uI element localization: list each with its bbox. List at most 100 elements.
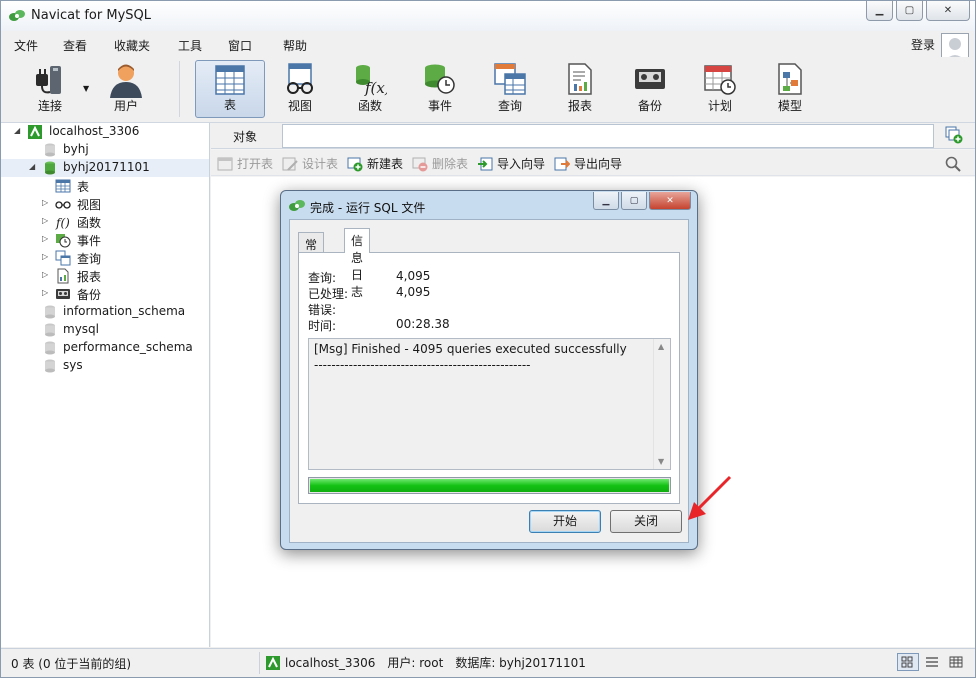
close-window-button[interactable]: ✕ bbox=[926, 1, 970, 21]
scroll-down-icon[interactable]: ▼ bbox=[658, 457, 664, 466]
tree-item-reports[interactable]: ▷ 报表 bbox=[1, 267, 209, 285]
detail-view-button[interactable] bbox=[945, 653, 967, 671]
dialog-minimize-button[interactable]: ▁ bbox=[593, 192, 619, 210]
search-icon[interactable] bbox=[945, 156, 961, 172]
import-wizard-button[interactable]: 导入向导 bbox=[477, 155, 545, 172]
tree-connection[interactable]: ◢ localhost_3306 bbox=[1, 123, 209, 141]
list-view-button[interactable] bbox=[921, 653, 943, 671]
status-divider bbox=[259, 652, 260, 674]
expand-icon[interactable]: ▷ bbox=[42, 270, 48, 279]
tab-message-log[interactable]: 信息日志 bbox=[344, 228, 371, 299]
elapsed-time-value: 00:28.38 bbox=[396, 317, 450, 331]
expand-icon[interactable]: ▷ bbox=[42, 252, 48, 261]
backup-tape-icon bbox=[635, 69, 665, 89]
database-label: sys bbox=[63, 358, 83, 372]
event-button[interactable]: 事件 bbox=[405, 60, 475, 118]
table-button[interactable]: 表 bbox=[195, 60, 265, 118]
expand-icon[interactable]: ▷ bbox=[42, 198, 48, 207]
maximize-icon: ▢ bbox=[904, 5, 915, 16]
open-table-button[interactable]: 打开表 bbox=[217, 155, 273, 172]
export-wizard-label: 导出向导 bbox=[574, 157, 623, 171]
tree-item-functions[interactable]: ▷ f() 函数 bbox=[1, 213, 209, 231]
tree-db-information-schema[interactable]: information_schema bbox=[1, 303, 209, 321]
connect-button[interactable]: 连接 bbox=[15, 60, 85, 118]
expand-icon[interactable]: ▷ bbox=[42, 234, 48, 243]
tree-item-events[interactable]: ▷ 事件 bbox=[1, 231, 209, 249]
object-filter-input[interactable] bbox=[282, 124, 934, 148]
tree-db-byhj[interactable]: byhj bbox=[1, 141, 209, 159]
log-scrollbar[interactable]: ▲ ▼ bbox=[653, 339, 670, 469]
objects-tab[interactable]: 对象 bbox=[233, 128, 257, 145]
navicat-logo-icon bbox=[289, 200, 305, 211]
export-wizard-button[interactable]: 导出向导 bbox=[554, 155, 622, 172]
delete-table-button[interactable]: 删除表 bbox=[412, 155, 468, 172]
expand-icon[interactable]: ▷ bbox=[42, 288, 48, 297]
menu-favorites[interactable]: 收藏夹 bbox=[114, 37, 150, 54]
report-button[interactable]: 报表 bbox=[545, 60, 615, 118]
menu-view[interactable]: 查看 bbox=[63, 37, 87, 54]
tree-db-sys[interactable]: sys bbox=[1, 357, 209, 375]
tree-db-byhj20171101[interactable]: ◢ byhj20171101 bbox=[1, 159, 209, 177]
tab-general[interactable]: 常规 bbox=[298, 232, 325, 269]
view-button[interactable]: 视图 bbox=[265, 60, 335, 118]
delete-table-label: 删除表 bbox=[432, 157, 469, 171]
dialog-body: 常规 信息日志 查询: 4,095 已处理: 4,095 错误: 时间: 00:… bbox=[289, 219, 689, 543]
log-textbox[interactable]: [Msg] Finished - 4095 queries executed s… bbox=[308, 338, 671, 470]
scroll-up-icon[interactable]: ▲ bbox=[658, 342, 664, 351]
svg-text:f(): f() bbox=[55, 216, 70, 230]
connection-icon bbox=[28, 125, 42, 139]
window-title: Navicat for MySQL bbox=[31, 8, 151, 23]
title-bar[interactable]: Navicat for MySQL ▁ ▢ ✕ bbox=[1, 1, 975, 31]
query-icon bbox=[494, 63, 526, 95]
design-table-button[interactable]: 设计表 bbox=[282, 155, 338, 172]
error-count-label: 错误: bbox=[308, 303, 337, 317]
menu-file[interactable]: 文件 bbox=[14, 37, 38, 54]
user-button[interactable]: 用户 bbox=[91, 60, 161, 118]
maximize-button[interactable]: ▢ bbox=[896, 1, 923, 21]
database-label: information_schema bbox=[63, 304, 186, 318]
tree-db-performance-schema[interactable]: performance_schema bbox=[1, 339, 209, 357]
table-label: 表 bbox=[223, 98, 236, 112]
connection-name: localhost_3306 bbox=[49, 124, 140, 138]
status-bar: 0 表 (0 位于当前的组) localhost_3306 用户: root 数… bbox=[1, 648, 975, 677]
tree-item-backups[interactable]: ▷ 备份 bbox=[1, 285, 209, 303]
icon-view-button[interactable] bbox=[897, 653, 919, 671]
grid-view-icon bbox=[901, 656, 913, 668]
connect-dropdown-icon[interactable]: ▼ bbox=[83, 84, 89, 93]
minimize-button[interactable]: ▁ bbox=[866, 1, 893, 21]
collapse-icon[interactable]: ◢ bbox=[29, 162, 35, 171]
tree-item-views[interactable]: ▷ 视图 bbox=[1, 195, 209, 213]
dialog-close-button[interactable]: ✕ bbox=[649, 192, 691, 210]
model-button[interactable]: 模型 bbox=[755, 60, 825, 118]
tree-db-mysql[interactable]: mysql bbox=[1, 321, 209, 339]
function-button[interactable]: f(x) 函数 bbox=[335, 60, 405, 118]
new-table-button[interactable]: 新建表 bbox=[347, 155, 403, 172]
delete-table-icon bbox=[412, 157, 428, 171]
start-button[interactable]: 开始 bbox=[529, 510, 601, 533]
tree-item-label: 视图 bbox=[77, 198, 102, 212]
close-button[interactable]: 关闭 bbox=[610, 510, 682, 533]
query-button[interactable]: 查询 bbox=[475, 60, 545, 118]
status-user: 用户: root bbox=[387, 656, 444, 670]
query-count-label: 查询: bbox=[308, 271, 337, 285]
report-label: 报表 bbox=[567, 99, 592, 113]
dialog-maximize-button[interactable]: ▢ bbox=[621, 192, 647, 210]
model-icon bbox=[778, 63, 802, 95]
connection-tree[interactable]: ◢ localhost_3306 byhj ◢ byhj20171101 表 ▷… bbox=[1, 123, 210, 647]
menu-window[interactable]: 窗口 bbox=[228, 37, 252, 54]
open-table-icon bbox=[217, 157, 233, 170]
tree-item-tables[interactable]: 表 bbox=[1, 177, 209, 195]
database-label: performance_schema bbox=[63, 340, 193, 354]
tree-item-queries[interactable]: ▷ 查询 bbox=[1, 249, 209, 267]
status-table-count: 0 表 (0 位于当前的组) bbox=[11, 657, 132, 671]
add-object-icon[interactable] bbox=[945, 126, 963, 144]
object-toolbar: 打开表 设计表 新建表 删除表 导入向导 导出向导 bbox=[211, 150, 975, 176]
collapse-icon[interactable]: ◢ bbox=[14, 126, 20, 135]
schedule-button[interactable]: 计划 bbox=[685, 60, 755, 118]
backup-button[interactable]: 备份 bbox=[615, 60, 685, 118]
menu-help[interactable]: 帮助 bbox=[283, 37, 307, 54]
menu-tools[interactable]: 工具 bbox=[178, 37, 202, 54]
expand-icon[interactable]: ▷ bbox=[42, 216, 48, 225]
login-link[interactable]: 登录 bbox=[911, 36, 935, 53]
run-sql-dialog: 完成 - 运行 SQL 文件 ▁ ▢ ✕ 常规 信息日志 查询: 4,095 已… bbox=[280, 190, 698, 550]
